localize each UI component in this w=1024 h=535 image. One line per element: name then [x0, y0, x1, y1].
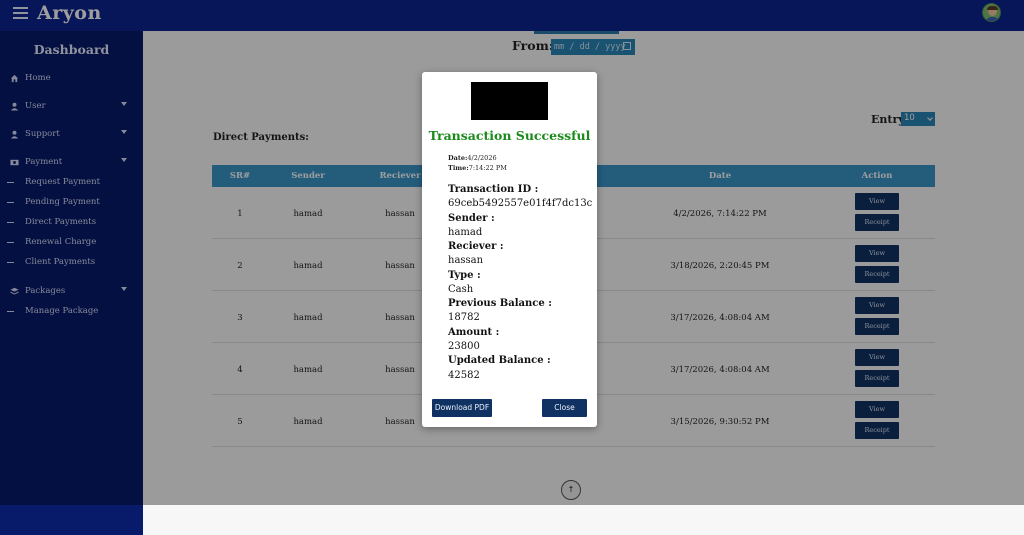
- amount-value: 23800: [448, 341, 480, 352]
- sender-label: Sender :: [448, 213, 495, 224]
- transaction-date: Date:4/2/2026: [448, 154, 497, 162]
- receiver-label: Reciever :: [448, 241, 504, 252]
- updated-balance-value: 42582: [448, 370, 480, 381]
- previous-balance-value: 18782: [448, 312, 480, 323]
- transaction-time: Time:7:14:22 PM: [448, 164, 507, 172]
- download-pdf-button[interactable]: Download PDF: [432, 399, 492, 417]
- sender-value: hamad: [448, 227, 483, 238]
- date-label: Date:: [448, 154, 468, 162]
- transaction-modal: Transaction Successful Date:4/2/2026 Tim…: [422, 72, 597, 427]
- redacted-logo: [471, 82, 548, 120]
- transaction-id-label: Transaction ID :: [448, 184, 539, 195]
- date-value: 4/2/2026: [467, 154, 497, 162]
- previous-balance-label: Previous Balance :: [448, 298, 552, 309]
- receiver-value: hassan: [448, 255, 484, 266]
- updated-balance-label: Updated Balance :: [448, 355, 551, 366]
- modal-title: Transaction Successful: [428, 128, 591, 143]
- close-button[interactable]: Close: [542, 399, 587, 417]
- type-value: Cash: [448, 284, 474, 295]
- transaction-id-value: 69ceb5492557e01f4f7dc13c: [448, 198, 593, 209]
- time-label: Time:: [448, 164, 469, 172]
- type-label: Type :: [448, 270, 481, 281]
- page-footer: [143, 505, 1024, 535]
- time-value: 7:14:22 PM: [468, 164, 507, 172]
- amount-label: Amount :: [448, 327, 500, 338]
- sidebar-footer: [0, 505, 143, 535]
